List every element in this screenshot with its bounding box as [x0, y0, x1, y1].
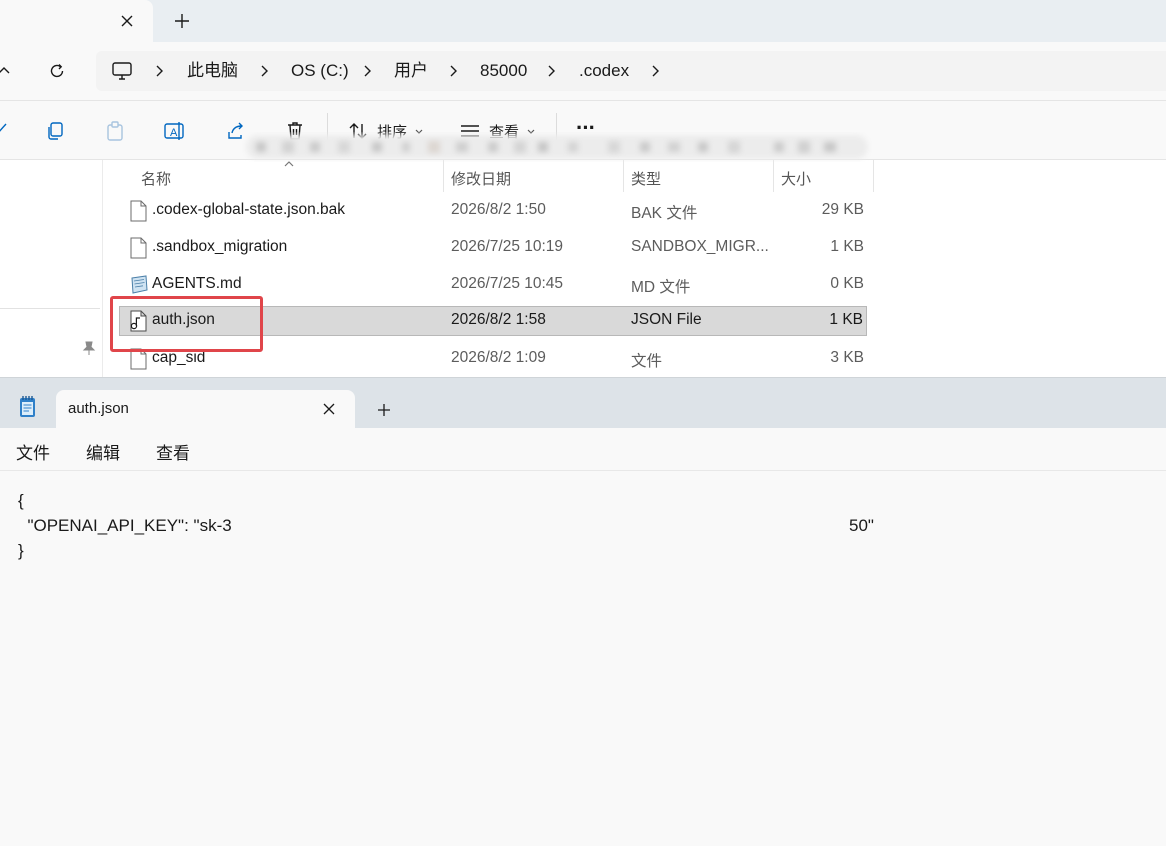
- file-type: SANDBOX_MIGR...: [631, 238, 769, 255]
- close-icon[interactable]: [113, 8, 141, 34]
- file-modified: 2026/8/2 1:58: [451, 311, 546, 328]
- file-type: JSON File: [631, 311, 702, 328]
- chevron-right-icon[interactable]: [257, 63, 273, 79]
- column-divider[interactable]: [443, 160, 444, 192]
- cut-icon[interactable]: [0, 119, 12, 143]
- close-icon[interactable]: [318, 398, 340, 420]
- notepad-menu-bar: 文件 编辑 查看: [0, 428, 1166, 471]
- file-generic-icon: [129, 200, 147, 222]
- chevron-right-icon[interactable]: [648, 63, 664, 79]
- file-modified: 2026/7/25 10:19: [451, 238, 564, 255]
- chevron-right-icon[interactable]: [544, 63, 560, 79]
- rename-icon[interactable]: A: [163, 119, 187, 143]
- file-row[interactable]: .sandbox_migration 2026/7/25 10:19 SANDB…: [119, 233, 867, 263]
- file-size: 1 KB: [829, 311, 863, 328]
- file-type: MD 文件: [631, 279, 691, 296]
- column-header-size[interactable]: 大小: [781, 168, 811, 189]
- new-tab-plus-icon[interactable]: [372, 398, 396, 422]
- file-modified: 2026/8/2 1:09: [451, 349, 546, 366]
- column-divider[interactable]: [773, 160, 774, 192]
- address-bar[interactable]: 此电脑 OS (C:) 用户 85000 .codex: [96, 51, 1166, 91]
- copy-icon[interactable]: [43, 119, 67, 143]
- pin-icon[interactable]: [82, 340, 96, 356]
- chevron-right-icon[interactable]: [446, 63, 462, 79]
- notepad-tab-strip: auth.json: [0, 378, 1166, 428]
- code-line-api-key-prefix: "OPENAI_API_KEY": "sk-3: [18, 516, 232, 535]
- new-tab-plus-icon[interactable]: [168, 8, 196, 34]
- file-size: 1 KB: [830, 238, 864, 255]
- refresh-icon[interactable]: [41, 55, 73, 87]
- column-header-name[interactable]: 名称: [141, 168, 171, 189]
- column-divider[interactable]: [873, 160, 874, 192]
- file-type: BAK 文件: [631, 205, 698, 222]
- file-modified: 2026/7/25 10:45: [451, 275, 564, 292]
- redaction-blur-mask: [246, 135, 868, 159]
- svg-text:A: A: [170, 127, 178, 139]
- highlight-annotation-box: [110, 296, 263, 352]
- notepad-window: auth.json 文件 编辑 查看 { "OPENAI_API_KEY": "…: [0, 377, 1166, 846]
- file-size: 0 KB: [830, 275, 864, 292]
- breadcrumb-codex[interactable]: .codex: [579, 51, 629, 91]
- nav-pane-divider: [0, 308, 100, 309]
- code-line-close-brace: }: [18, 541, 24, 560]
- breadcrumb-os-c[interactable]: OS (C:): [291, 51, 349, 91]
- column-header-type[interactable]: 类型: [631, 168, 661, 189]
- breadcrumb-this-pc[interactable]: 此电脑: [187, 51, 238, 91]
- markdown-file-icon: [129, 274, 148, 296]
- file-name: AGENTS.md: [152, 275, 242, 292]
- column-divider[interactable]: [623, 160, 624, 192]
- computer-monitor-icon[interactable]: [111, 61, 133, 81]
- file-row[interactable]: .codex-global-state.json.bak 2026/8/2 1:…: [119, 196, 867, 226]
- up-arrow-icon[interactable]: [0, 55, 20, 87]
- explorer-active-tab[interactable]: [0, 0, 153, 42]
- breadcrumb-85000[interactable]: 85000: [480, 51, 527, 91]
- column-header-modified[interactable]: 修改日期: [451, 168, 511, 189]
- menu-edit[interactable]: 编辑: [86, 439, 120, 464]
- paste-icon[interactable]: [103, 119, 127, 143]
- menu-file[interactable]: 文件: [16, 439, 50, 464]
- file-modified: 2026/8/2 1:50: [451, 201, 546, 218]
- notepad-active-tab[interactable]: auth.json: [56, 390, 355, 428]
- file-type: 文件: [631, 353, 663, 370]
- breadcrumb-users[interactable]: 用户: [394, 51, 428, 91]
- file-size: 29 KB: [821, 201, 864, 218]
- file-size: 3 KB: [830, 349, 864, 366]
- file-name: .sandbox_migration: [152, 238, 288, 255]
- file-generic-icon: [129, 237, 147, 259]
- code-line-api-key-suffix: 50": [849, 516, 874, 535]
- menu-view[interactable]: 查看: [156, 439, 190, 464]
- file-name: .codex-global-state.json.bak: [152, 201, 346, 218]
- chevron-right-icon[interactable]: [360, 63, 376, 79]
- address-row: 此电脑 OS (C:) 用户 85000 .codex: [0, 42, 1166, 100]
- explorer-tab-strip: [0, 0, 1166, 42]
- notepad-text-editor[interactable]: { "OPENAI_API_KEY": "sk-3 50" }: [0, 471, 1166, 846]
- notepad-tab-title: auth.json: [68, 400, 129, 417]
- chevron-right-icon[interactable]: [152, 63, 168, 79]
- notepad-app-icon: [17, 395, 39, 419]
- code-line-open-brace: {: [18, 491, 24, 510]
